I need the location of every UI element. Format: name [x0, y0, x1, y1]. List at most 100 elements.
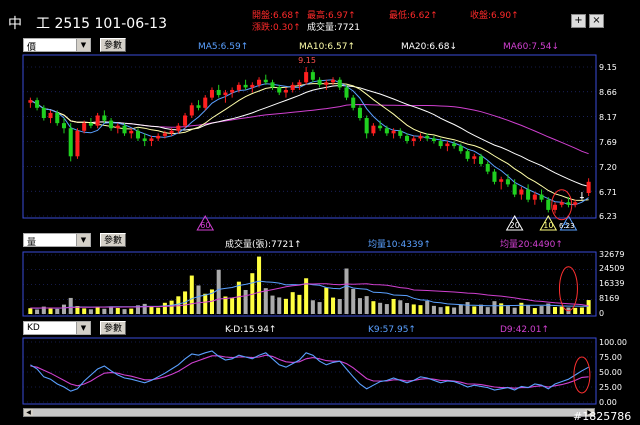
- candle-body: [472, 156, 477, 159]
- candle-body: [573, 202, 578, 205]
- volume-bar: [142, 303, 147, 314]
- volume-bar: [552, 306, 558, 314]
- volume-bar: [405, 302, 410, 314]
- volume-bar: [317, 302, 322, 314]
- candle-body: [418, 135, 423, 139]
- low-price-label: 6.23: [559, 222, 575, 230]
- candle-body: [35, 100, 40, 108]
- horizontal-scrollbar[interactable]: ◀ ▶: [23, 408, 595, 417]
- candle-body: [183, 115, 188, 126]
- ma20-line: [30, 84, 589, 187]
- volume-bar: [223, 296, 228, 314]
- candle-body: [499, 179, 504, 182]
- candle-body: [526, 189, 531, 200]
- volume-bar: [162, 302, 167, 314]
- candle-body: [162, 133, 167, 136]
- volume-bar: [28, 308, 33, 314]
- volume-bar: [579, 307, 584, 314]
- volume-bar: [331, 297, 336, 314]
- volume-bar: [35, 309, 40, 314]
- candle-body: [512, 184, 517, 195]
- candle-body: [411, 138, 416, 141]
- volume-bar: [472, 306, 477, 314]
- candle-body: [317, 79, 322, 85]
- volume-bar: [458, 304, 463, 314]
- candle-body: [95, 115, 100, 126]
- volume-bar: [203, 293, 208, 314]
- volume-bar: [263, 288, 268, 314]
- volume-bar: [573, 307, 578, 314]
- candle-body: [351, 97, 356, 108]
- volume-bar: [384, 304, 389, 314]
- candle-body: [223, 92, 228, 96]
- candle-body: [391, 130, 396, 134]
- volume-bar: [102, 308, 107, 314]
- candle-body: [344, 87, 349, 98]
- ma5-line: [30, 79, 589, 206]
- candle-body: [371, 125, 376, 134]
- volume-bar: [196, 285, 201, 314]
- volume-bar: [337, 299, 342, 314]
- candle-body: [277, 87, 282, 93]
- candle-body: [149, 138, 154, 141]
- candle-body: [61, 123, 67, 129]
- volume-bar: [243, 289, 248, 314]
- volume-bar: [257, 256, 262, 314]
- volume-bar: [48, 308, 53, 314]
- candle-body: [290, 84, 295, 90]
- candle-body: [196, 105, 201, 108]
- candle-body: [102, 115, 107, 121]
- volume-bar: [61, 304, 67, 314]
- candle-body: [485, 163, 490, 172]
- volume-bar: [351, 288, 356, 314]
- volume-bar: [431, 305, 436, 314]
- volume-bar: [129, 308, 134, 314]
- volume-bar: [559, 306, 564, 314]
- volume-bar: [519, 302, 524, 314]
- volume-bar: [425, 301, 430, 314]
- volume-bar: [149, 306, 154, 314]
- scrollbar-left-arrow[interactable]: ◀: [24, 409, 33, 416]
- volume-bar: [485, 307, 490, 314]
- volume-bar: [378, 302, 383, 314]
- volume-bar: [586, 300, 591, 314]
- candle-body: [519, 189, 524, 195]
- high-price-label: 9.15: [298, 56, 316, 65]
- volume-bar: [411, 304, 416, 314]
- volume-bar: [357, 298, 362, 314]
- candle-body: [458, 146, 463, 152]
- volume-bar: [526, 305, 531, 314]
- candle-body: [189, 105, 194, 116]
- ma-marker-label: 20: [510, 221, 520, 230]
- candle-body: [129, 130, 134, 134]
- candle-body: [357, 107, 362, 119]
- volume-bar: [122, 309, 127, 314]
- volume-bar: [532, 308, 537, 314]
- candle-body: [257, 79, 262, 85]
- candle-body: [263, 79, 268, 83]
- candle-body: [546, 199, 551, 210]
- annotation-circle: [573, 356, 591, 394]
- candle-body: [586, 181, 591, 194]
- candle-body: [452, 143, 457, 147]
- volume-bar: [115, 308, 120, 314]
- candle-body: [310, 72, 315, 80]
- volume-ma10-line: [30, 280, 589, 309]
- volume-bar: [55, 308, 60, 314]
- candle-body: [203, 97, 208, 108]
- volume-bar: [230, 298, 235, 314]
- volume-bar: [505, 306, 510, 314]
- candle-body: [169, 130, 174, 134]
- volume-bar: [418, 305, 423, 314]
- volume-bar: [82, 308, 87, 314]
- candle-body: [492, 171, 497, 182]
- candle-body: [243, 84, 248, 88]
- volume-bar: [88, 309, 93, 314]
- volume-bar: [156, 307, 161, 314]
- volume-ma20-line: [30, 283, 589, 309]
- candle-body: [41, 107, 46, 119]
- candle-body: [216, 89, 221, 96]
- candle-body: [88, 123, 93, 126]
- volume-bar: [492, 301, 497, 314]
- candle-body: [431, 138, 436, 141]
